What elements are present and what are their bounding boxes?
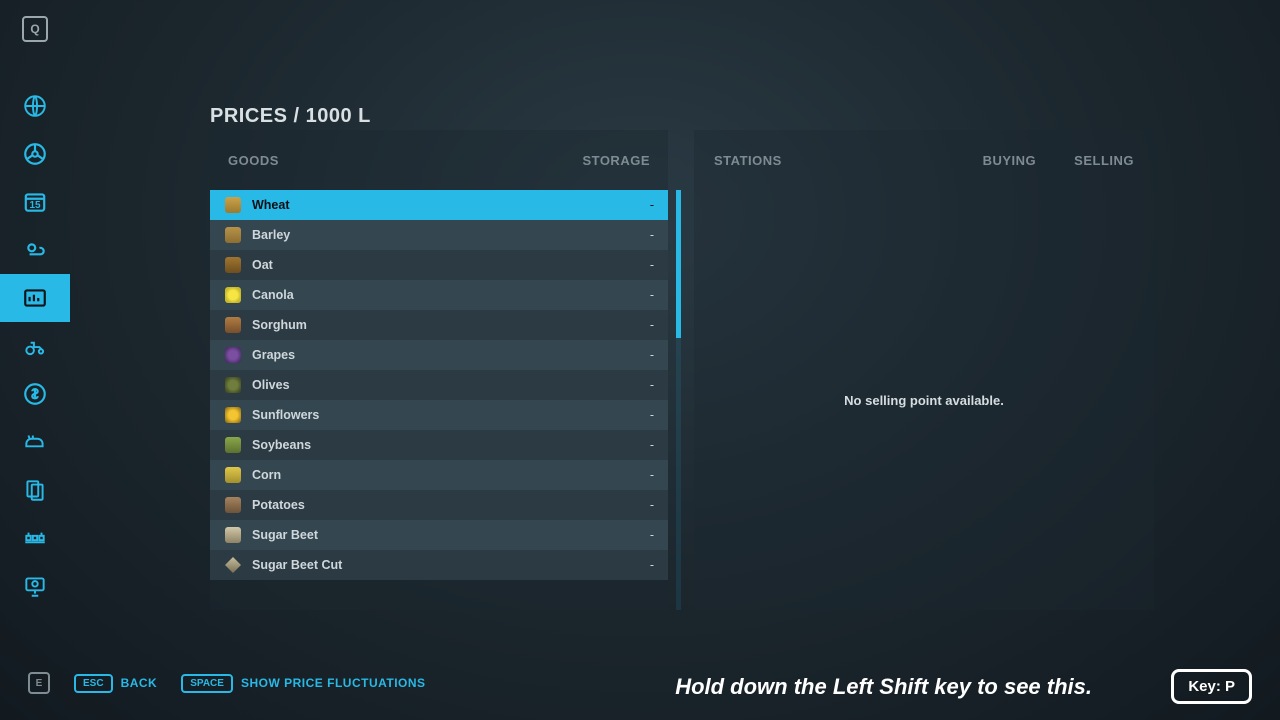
crop-name: Wheat — [252, 198, 290, 212]
col-stations: STATIONS — [714, 153, 782, 168]
goods-row[interactable]: Potatoes - — [210, 490, 668, 520]
money-icon — [22, 381, 48, 407]
crop-name: Sugar Beet Cut — [252, 558, 342, 572]
steering-icon — [22, 141, 48, 167]
production-icon — [22, 525, 48, 551]
col-buying: BUYING — [983, 153, 1037, 168]
goods-row[interactable]: Sorghum - — [210, 310, 668, 340]
goods-row[interactable]: Barley - — [210, 220, 668, 250]
crop-icon — [224, 346, 242, 364]
nav-stats[interactable] — [0, 562, 70, 610]
crop-icon — [224, 226, 242, 244]
crop-name: Barley — [252, 228, 290, 242]
animal-icon — [22, 429, 48, 455]
goods-row[interactable]: Olives - — [210, 370, 668, 400]
crop-icon — [224, 256, 242, 274]
crop-icon — [224, 286, 242, 304]
crop-storage: - — [650, 198, 654, 212]
nav-contracts[interactable] — [0, 466, 70, 514]
instruction-overlay: Hold down the Left Shift key to see this… — [675, 674, 1092, 700]
shortcut-key-e[interactable]: E — [28, 672, 50, 694]
crop-storage: - — [650, 318, 654, 332]
crop-name: Corn — [252, 468, 281, 482]
nav-map[interactable] — [0, 82, 70, 130]
crop-icon — [224, 316, 242, 334]
crop-name: Potatoes — [252, 498, 305, 512]
shortcut-key-q[interactable]: Q — [22, 16, 48, 42]
nav-calendar[interactable]: 15 — [0, 178, 70, 226]
key-p-badge: Key: P — [1171, 669, 1252, 704]
col-goods: GOODS — [228, 153, 279, 168]
chart-icon — [22, 285, 48, 311]
crop-name: Sugar Beet — [252, 528, 318, 542]
goods-row[interactable]: Sugar Beet - — [210, 520, 668, 550]
stations-empty-text: No selling point available. — [694, 190, 1154, 610]
crop-storage: - — [650, 228, 654, 242]
page-title: PRICES / 1000 L — [210, 105, 371, 128]
back-button[interactable]: ESC BACK — [74, 674, 157, 693]
weather-icon — [22, 237, 48, 263]
crop-icon — [224, 436, 242, 454]
nav-vehicles[interactable] — [0, 130, 70, 178]
crop-storage: - — [650, 468, 654, 482]
show-fluctuations-button[interactable]: SPACE SHOW PRICE FLUCTUATIONS — [181, 674, 425, 693]
crop-storage: - — [650, 438, 654, 452]
crop-name: Canola — [252, 288, 294, 302]
nav-garage[interactable] — [0, 322, 70, 370]
crop-icon — [224, 466, 242, 484]
scrollbar-thumb[interactable] — [676, 190, 681, 338]
crop-icon — [224, 196, 242, 214]
crop-storage: - — [650, 378, 654, 392]
col-storage: STORAGE — [582, 153, 650, 168]
nav-weather[interactable] — [0, 226, 70, 274]
nav-production[interactable] — [0, 514, 70, 562]
goods-row[interactable]: Grapes - — [210, 340, 668, 370]
crop-storage: - — [650, 258, 654, 272]
goods-row[interactable]: Oat - — [210, 250, 668, 280]
crop-storage: - — [650, 288, 654, 302]
crop-name: Soybeans — [252, 438, 311, 452]
goods-row[interactable]: Sugar Beet Cut - — [210, 550, 668, 580]
goods-row[interactable]: Canola - — [210, 280, 668, 310]
goods-list: Wheat-Barley-Oat-Canola-Sorghum-Grapes-O… — [210, 190, 668, 580]
crop-icon — [224, 376, 242, 394]
nav-prices[interactable] — [0, 274, 70, 322]
crop-icon — [224, 406, 242, 424]
crop-name: Oat — [252, 258, 273, 272]
crop-storage: - — [650, 528, 654, 542]
crop-name: Olives — [252, 378, 290, 392]
stations-panel: STATIONS BUYING SELLING No selling point… — [694, 130, 1154, 610]
goods-row[interactable]: Sunflowers - — [210, 400, 668, 430]
back-key: ESC — [74, 674, 113, 693]
goods-panel: GOODS STORAGE Wheat-Barley-Oat-Canola-So… — [210, 130, 668, 610]
crop-icon — [224, 496, 242, 514]
stations-header: STATIONS BUYING SELLING — [694, 130, 1154, 190]
crop-name: Sunflowers — [252, 408, 319, 422]
fluct-label: SHOW PRICE FLUCTUATIONS — [241, 676, 426, 690]
goods-row[interactable]: Soybeans - — [210, 430, 668, 460]
sidebar: Q 15 — [0, 0, 70, 720]
goods-row[interactable]: Wheat - — [210, 190, 668, 220]
contracts-icon — [22, 477, 48, 503]
crop-storage: - — [650, 558, 654, 572]
crop-name: Sorghum — [252, 318, 307, 332]
presentation-icon — [22, 573, 48, 599]
globe-icon — [22, 93, 48, 119]
crop-icon — [224, 556, 242, 574]
goods-scrollbar[interactable] — [676, 190, 681, 610]
goods-header: GOODS STORAGE — [210, 130, 668, 190]
crop-storage: - — [650, 408, 654, 422]
crop-name: Grapes — [252, 348, 295, 362]
crop-icon — [224, 526, 242, 544]
crop-storage: - — [650, 498, 654, 512]
back-label: BACK — [121, 676, 158, 690]
crop-storage: - — [650, 348, 654, 362]
calendar-day: 15 — [29, 200, 40, 211]
nav-animals[interactable] — [0, 418, 70, 466]
fluct-key: SPACE — [181, 674, 233, 693]
goods-row[interactable]: Corn - — [210, 460, 668, 490]
tractor-icon — [22, 333, 48, 359]
col-selling: SELLING — [1074, 153, 1134, 168]
nav-finances[interactable] — [0, 370, 70, 418]
